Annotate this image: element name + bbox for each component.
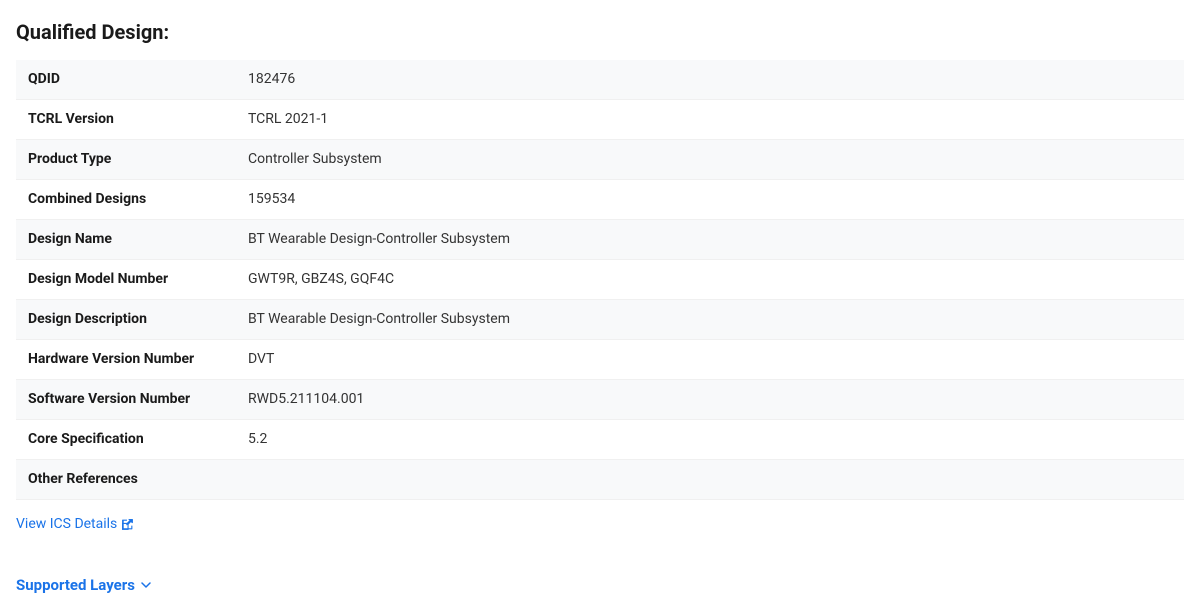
row-value: GWT9R, GBZ4S, GQF4C xyxy=(236,260,1184,300)
row-label: Software Version Number xyxy=(16,380,236,420)
chevron-down-icon xyxy=(141,580,151,590)
supported-layers-toggle[interactable]: Supported Layers xyxy=(16,576,151,594)
table-row: Software Version NumberRWD5.211104.001 xyxy=(16,380,1184,420)
row-label: QDID xyxy=(16,60,236,100)
row-label: Other References xyxy=(16,460,236,500)
row-label: Hardware Version Number xyxy=(16,340,236,380)
row-value: RWD5.211104.001 xyxy=(236,380,1184,420)
row-label: Design Name xyxy=(16,220,236,260)
row-label: Core Specification xyxy=(16,420,236,460)
view-ics-label: View ICS Details xyxy=(16,516,117,532)
supported-layers-label: Supported Layers xyxy=(16,576,135,594)
row-value: 182476 xyxy=(236,60,1184,100)
row-value xyxy=(236,460,1184,500)
page-title: Qualified Design: xyxy=(16,20,1184,44)
table-row: Product TypeController Subsystem xyxy=(16,140,1184,180)
row-value: 5.2 xyxy=(236,420,1184,460)
row-value: DVT xyxy=(236,340,1184,380)
row-value: 159534 xyxy=(236,180,1184,220)
table-row: QDID182476 xyxy=(16,60,1184,100)
row-value: BT Wearable Design-Controller Subsystem xyxy=(236,220,1184,260)
row-value: Controller Subsystem xyxy=(236,140,1184,180)
view-ics-link[interactable]: View ICS Details xyxy=(16,516,134,532)
row-label: Combined Designs xyxy=(16,180,236,220)
table-row: Design Model NumberGWT9R, GBZ4S, GQF4C xyxy=(16,260,1184,300)
table-row: Design NameBT Wearable Design-Controller… xyxy=(16,220,1184,260)
table-row: TCRL VersionTCRL 2021-1 xyxy=(16,100,1184,140)
table-row: Design DescriptionBT Wearable Design-Con… xyxy=(16,300,1184,340)
table-row: Combined Designs159534 xyxy=(16,180,1184,220)
supported-layers-section: Supported Layers xyxy=(16,576,1184,594)
row-label: Design Description xyxy=(16,300,236,340)
qualified-design-table: QDID182476TCRL VersionTCRL 2021-1Product… xyxy=(16,60,1184,500)
row-label: Product Type xyxy=(16,140,236,180)
table-row: Hardware Version NumberDVT xyxy=(16,340,1184,380)
table-row: Other References xyxy=(16,460,1184,500)
external-link-icon xyxy=(121,518,134,531)
row-label: TCRL Version xyxy=(16,100,236,140)
row-value: TCRL 2021-1 xyxy=(236,100,1184,140)
row-label: Design Model Number xyxy=(16,260,236,300)
table-row: Core Specification5.2 xyxy=(16,420,1184,460)
row-value: BT Wearable Design-Controller Subsystem xyxy=(236,300,1184,340)
